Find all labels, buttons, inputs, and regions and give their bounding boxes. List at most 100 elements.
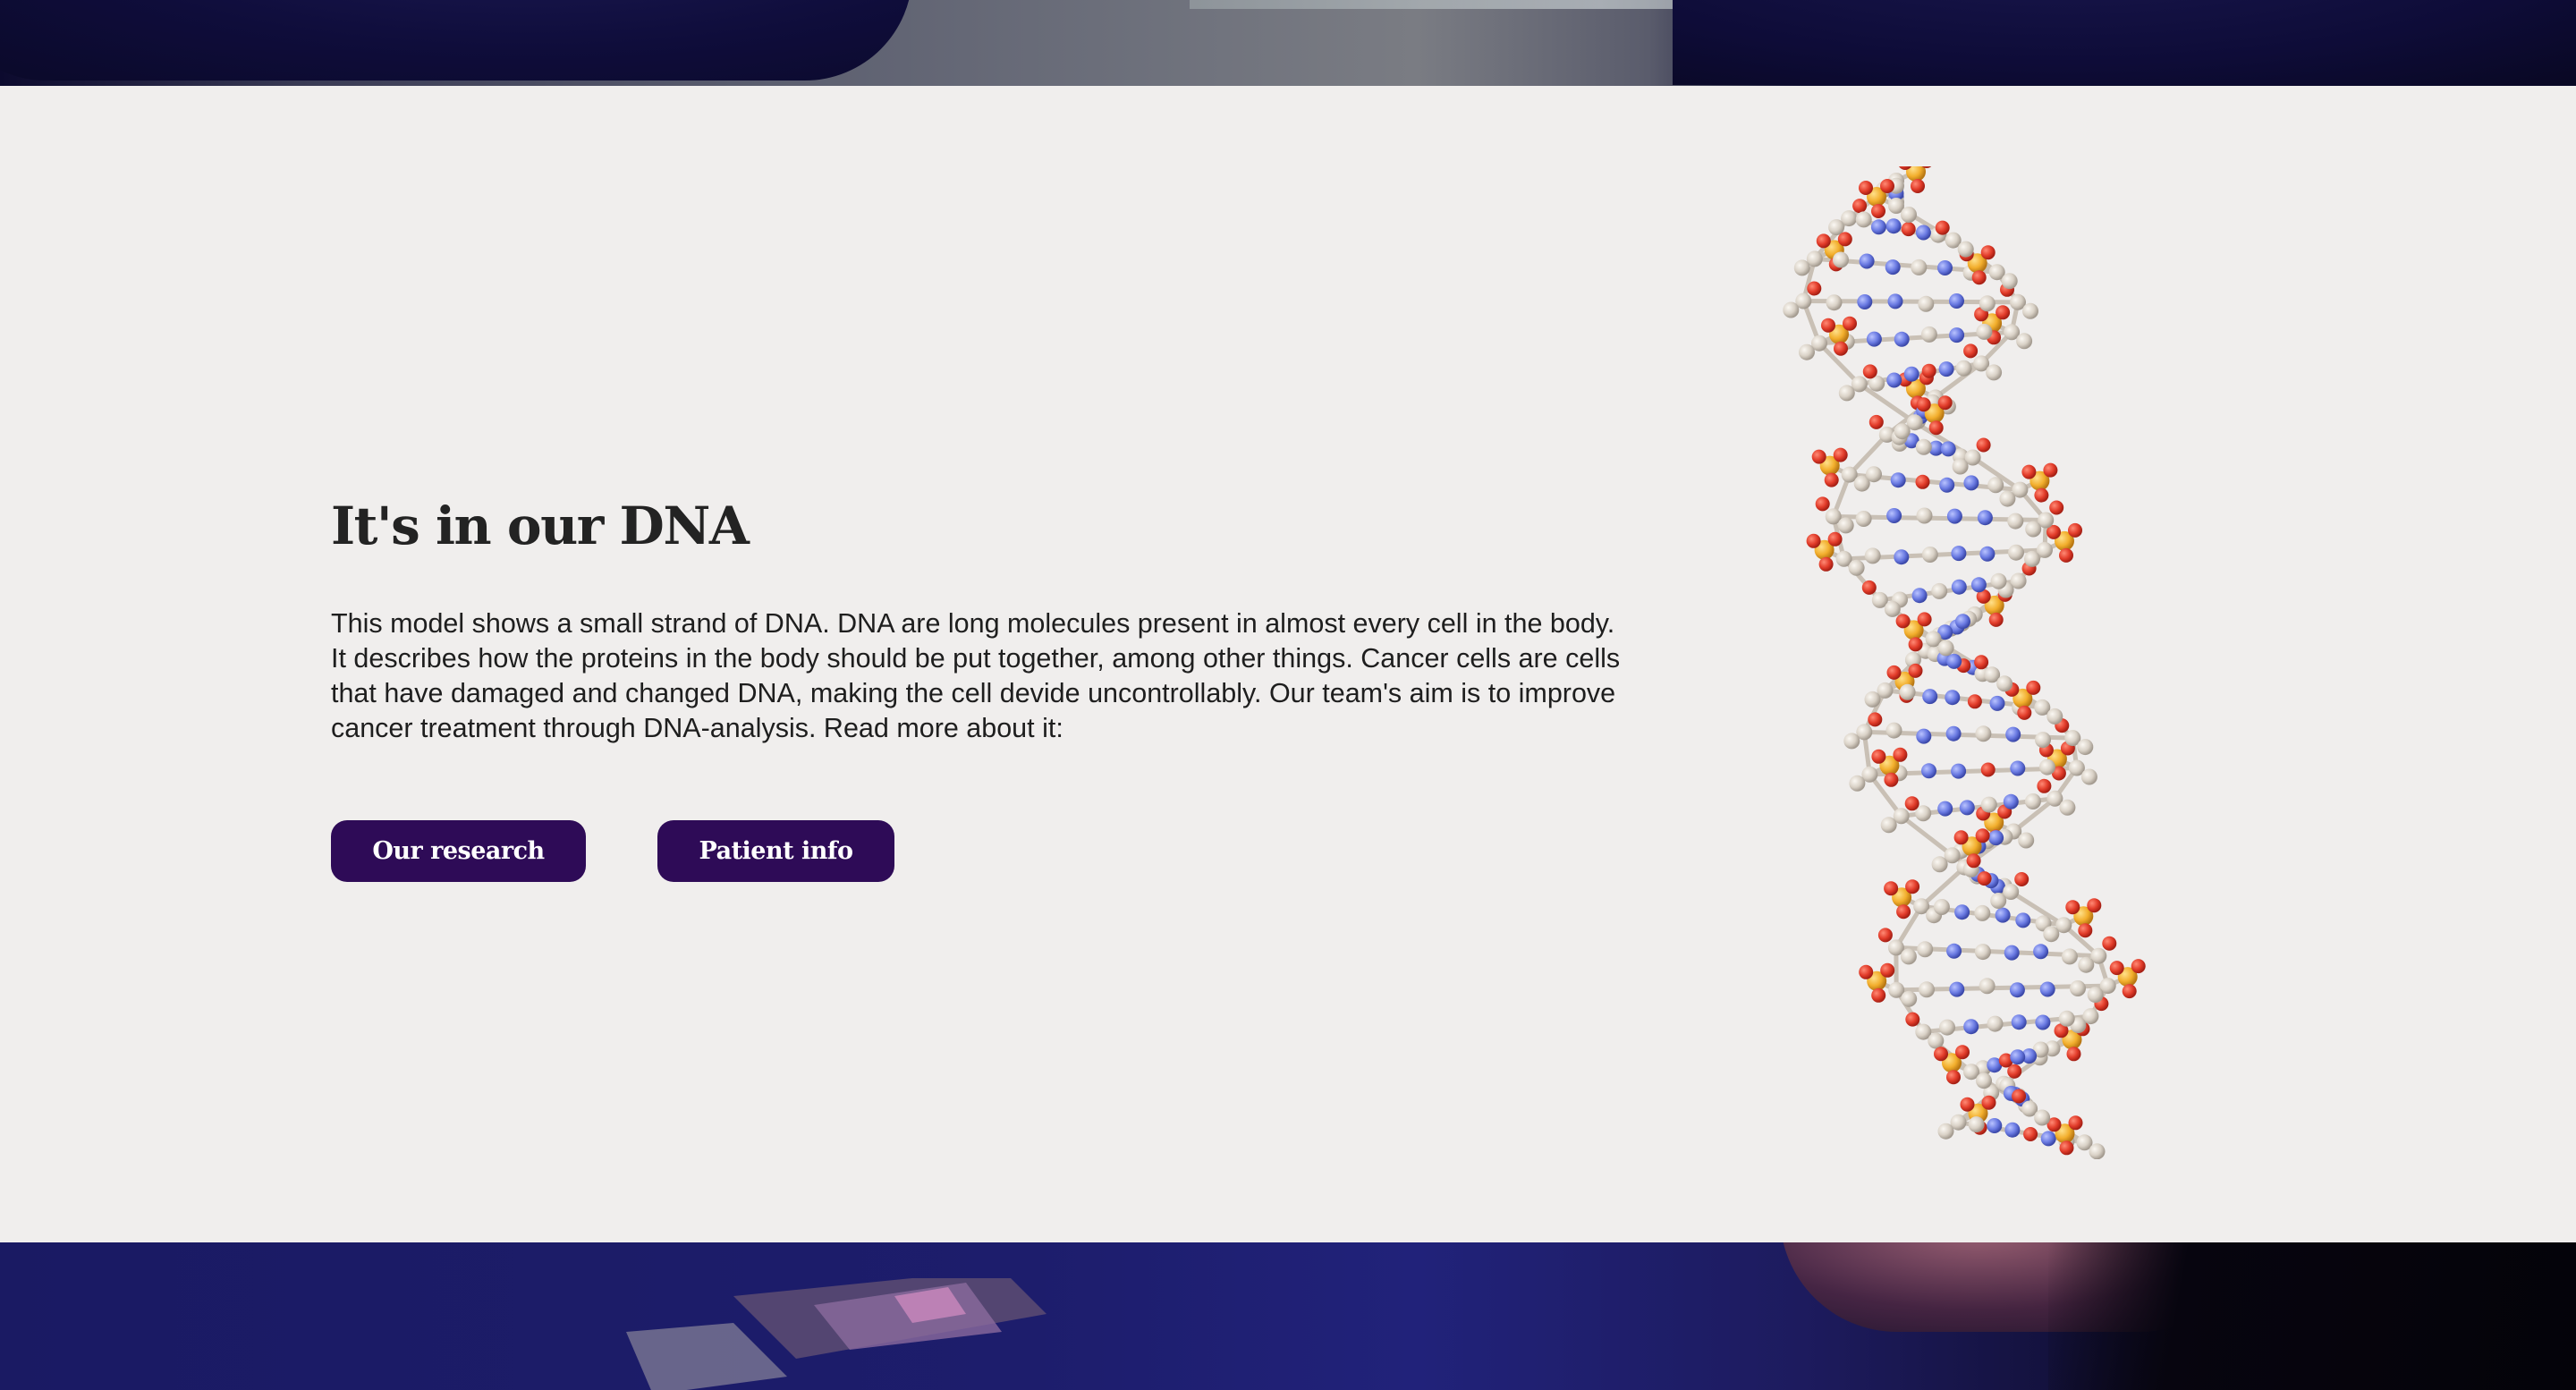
- dna-atom: [1974, 904, 1991, 921]
- dna-atom: [2077, 739, 2094, 756]
- dna-atom: [1894, 423, 1911, 440]
- dna-atom: [1981, 1095, 1996, 1110]
- dna-atom: [1949, 327, 1965, 343]
- dna-atom: [1999, 490, 2016, 507]
- dna-atom: [1995, 907, 2011, 923]
- dna-atom: [1957, 241, 1974, 258]
- dna-atom: [1979, 295, 1996, 312]
- dna-atom: [1917, 941, 1934, 958]
- dna-atom: [1917, 612, 1932, 627]
- dna-atom: [2010, 760, 2026, 776]
- dna-atom: [2043, 462, 2058, 478]
- dna-atom: [1861, 580, 1877, 595]
- dna-atom: [2109, 961, 2124, 976]
- dna-atom: [2035, 732, 2051, 749]
- dna-atom: [1955, 360, 1972, 377]
- dna-atom: [1884, 600, 1901, 617]
- dna-atom: [2059, 547, 2073, 563]
- dna-atom: [1945, 725, 1962, 742]
- dna-atom: [1963, 475, 1979, 491]
- gloved-hand-right: [1673, 0, 2576, 85]
- dna-atom: [1996, 675, 2013, 692]
- dna-atom: [1911, 259, 1928, 275]
- dna-atom: [1859, 181, 1873, 195]
- dna-atom: [1977, 510, 1993, 526]
- dna-bond: [1899, 813, 1955, 858]
- dna-atom: [1919, 981, 1935, 998]
- dna-atom: [1946, 508, 1962, 524]
- dna-atom: [2078, 923, 2093, 938]
- dna-atom: [1949, 981, 1965, 997]
- dna-atom: [1833, 447, 1848, 462]
- dna-atom: [1908, 637, 1923, 652]
- dna-atom: [2011, 1014, 2027, 1030]
- dna-atom: [1799, 343, 1815, 360]
- dna-atom: [2035, 1014, 2051, 1030]
- dna-atom: [2034, 487, 2049, 503]
- dna-atom: [1933, 899, 1950, 915]
- dna-atom: [1884, 772, 1899, 787]
- dna-atom: [1880, 962, 1895, 978]
- dna-atom: [1885, 722, 1902, 739]
- dna-atom: [1859, 964, 1874, 979]
- dna-atom: [1838, 385, 1855, 402]
- dna-atom: [1921, 547, 1938, 563]
- dna-atom: [1916, 507, 1933, 524]
- dna-atom: [1963, 343, 1979, 359]
- dna-atom: [1880, 179, 1894, 193]
- dna-atom: [1971, 270, 1987, 285]
- dna-atom: [2034, 1109, 2051, 1126]
- dna-atom: [1951, 546, 1967, 562]
- dna-atom: [1974, 655, 1989, 670]
- dna-atom: [1975, 828, 1990, 843]
- dark-shadow: [2048, 1242, 2576, 1390]
- dna-atom: [1866, 466, 1882, 483]
- dna-atom: [1937, 260, 1953, 275]
- dna-atom: [1935, 220, 1950, 235]
- dna-atom: [1884, 881, 1899, 896]
- our-research-button[interactable]: Our research: [331, 820, 586, 882]
- dna-atom: [1937, 395, 1953, 411]
- dna-atom: [1979, 546, 1996, 562]
- dna-atom: [2009, 982, 2025, 998]
- dna-atom: [2014, 872, 2029, 886]
- dna-atom: [1887, 293, 1903, 309]
- dna-atom: [1939, 1019, 1955, 1036]
- dna-atom: [1986, 364, 2003, 381]
- dna-atom: [1871, 987, 1886, 1003]
- dna-atom: [1826, 294, 1843, 311]
- microscope-shape: [626, 1278, 1046, 1390]
- dna-atom: [1868, 414, 1884, 429]
- dna-atom: [2131, 959, 2146, 974]
- dna-atom: [2080, 768, 2097, 785]
- dna-atom: [1970, 577, 1987, 593]
- patient-info-button[interactable]: Patient info: [657, 820, 894, 882]
- dna-atom: [1915, 225, 1931, 241]
- dna-atom: [1931, 856, 1948, 873]
- dna-atom: [1894, 331, 1910, 347]
- dna-atom: [1966, 853, 1981, 869]
- dna-atom: [2070, 980, 2086, 996]
- dna-atom: [1893, 747, 1908, 762]
- dna-atom: [1996, 305, 2011, 320]
- dna-atom: [1974, 944, 1991, 961]
- dna-atom: [1931, 582, 1948, 599]
- dna-atom: [1816, 233, 1831, 249]
- dna-atom: [1921, 363, 1936, 378]
- dna-atom: [1877, 928, 1893, 943]
- dna-atom: [2059, 1140, 2074, 1156]
- dna-atom: [1885, 218, 1902, 234]
- dna-atom: [1949, 293, 1964, 309]
- dna-atom: [1916, 397, 1931, 412]
- dna-atom: [1921, 763, 1936, 779]
- dna-atom: [2001, 273, 2018, 290]
- dna-atom: [1827, 531, 1843, 547]
- dna-atom: [2049, 500, 2064, 515]
- dna-section: It's in our DNA This model shows a small…: [0, 86, 2576, 1242]
- dna-atom: [1886, 665, 1902, 680]
- dna-atom: [2033, 944, 2049, 960]
- section-description: This model shows a small strand of DNA. …: [331, 608, 1621, 743]
- dna-atom: [1849, 775, 1866, 792]
- dna-atom: [1967, 694, 1982, 709]
- dna-atom: [1977, 871, 1992, 886]
